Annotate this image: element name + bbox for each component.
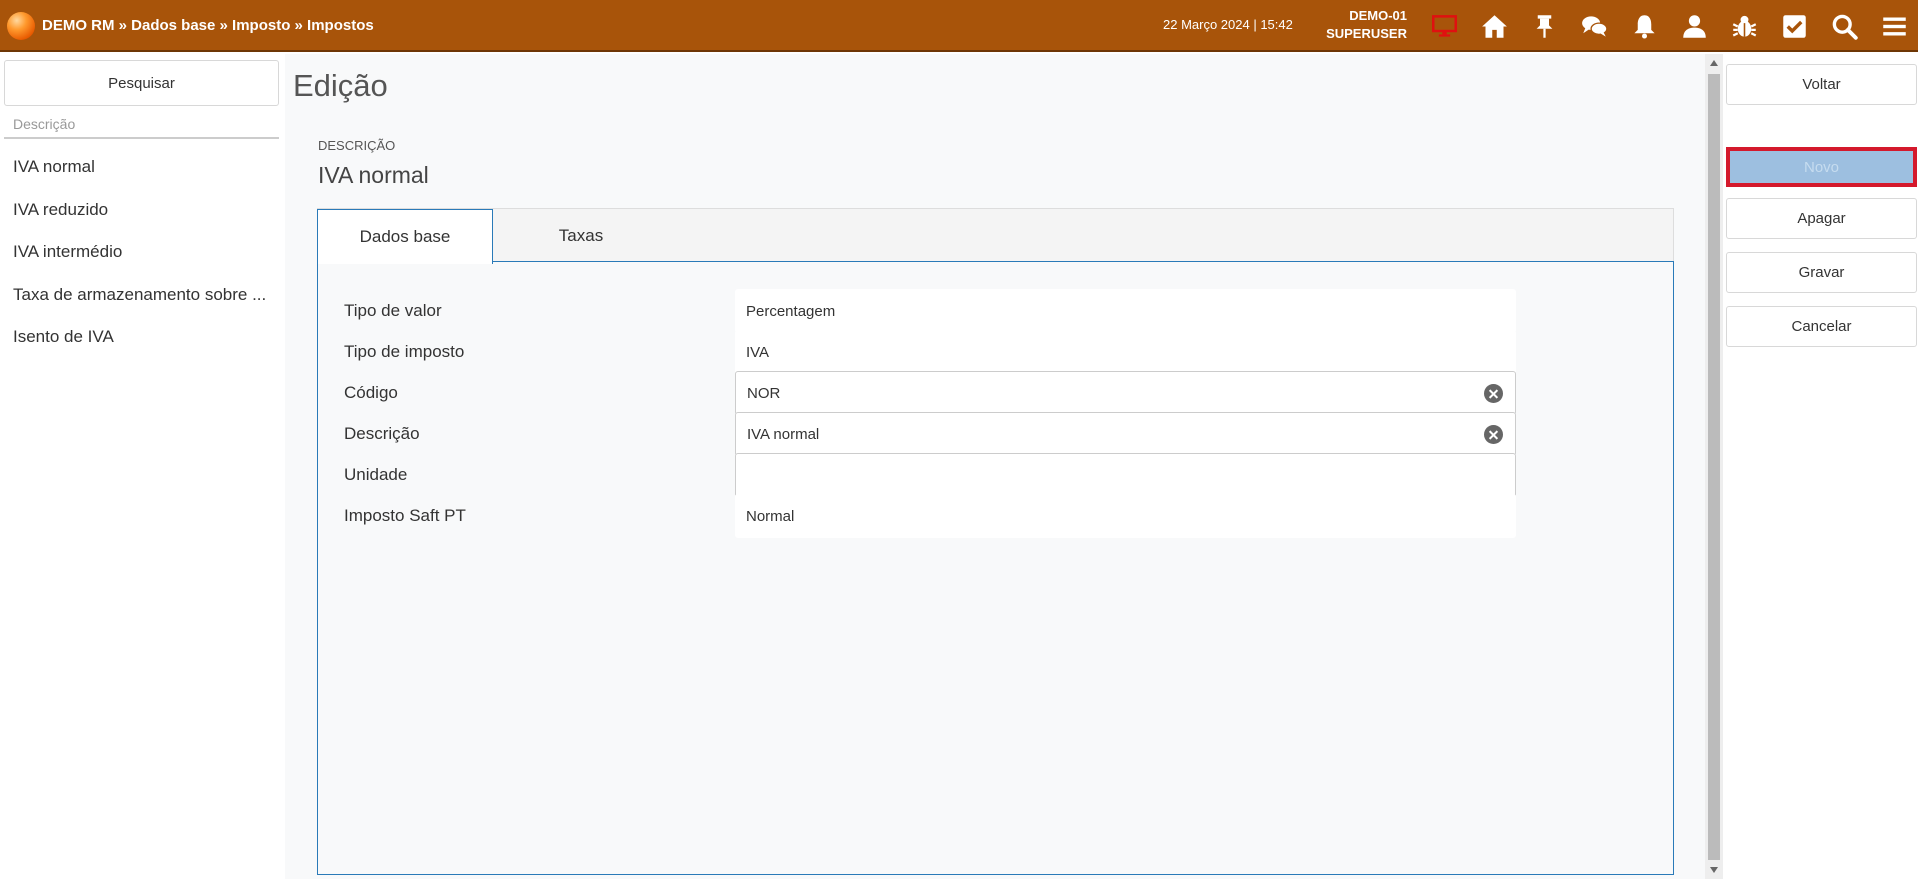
field-row-tipo-imposto: Tipo de imposto IVA (318, 330, 1675, 374)
tipo-imposto-label: Tipo de imposto (344, 342, 465, 361)
description-label: DESCRIÇÃO (318, 138, 396, 153)
tipo-valor-label: Tipo de valor (344, 301, 442, 320)
tax-list: IVA normal IVA reduzido IVA intermédio T… (4, 151, 279, 364)
breadcrumb: DEMO RM » Dados base » Imposto » Imposto… (42, 17, 374, 34)
list-item[interactable]: Taxa de armazenamento sobre ... (4, 279, 279, 322)
app-logo-icon[interactable] (7, 12, 35, 40)
codigo-text: NOR (747, 384, 781, 402)
scroll-thumb[interactable] (1708, 74, 1720, 860)
monitor-icon[interactable] (1419, 10, 1469, 42)
main-scrollbar[interactable] (1705, 54, 1723, 879)
menu-icon[interactable] (1869, 10, 1918, 42)
novo-button[interactable]: Novo (1726, 147, 1917, 187)
top-bar: DEMO RM » Dados base » Imposto » Imposto… (0, 0, 1918, 52)
descricao-text: IVA normal (747, 425, 820, 443)
clear-icon[interactable] (1484, 384, 1503, 403)
field-row-descricao: Descrição IVA normal (318, 412, 1675, 456)
field-row-codigo: Código NOR (318, 371, 1675, 415)
company-user-info: DEMO-01 SUPERUSER (1312, 7, 1407, 43)
bug-icon[interactable] (1719, 10, 1769, 42)
list-column-header[interactable]: Descrição (4, 116, 279, 139)
clear-icon[interactable] (1484, 425, 1503, 444)
left-panel: Pesquisar Descrição IVA normal IVA reduz… (0, 54, 285, 879)
main-content: Edição DESCRIÇÃO IVA normal Dados base T… (285, 54, 1705, 879)
unidade-input[interactable] (735, 453, 1516, 497)
descricao-input[interactable]: IVA normal (735, 412, 1516, 456)
tab-taxas[interactable]: Taxas (493, 209, 669, 263)
imposto-saft-label: Imposto Saft PT (344, 506, 466, 525)
tipo-imposto-text: IVA (746, 343, 770, 361)
tipo-imposto-value: IVA (735, 330, 1516, 374)
imposto-saft-text: Normal (746, 507, 795, 525)
field-row-unidade: Unidade (318, 453, 1675, 497)
page-title: Edição (293, 68, 388, 103)
voltar-button[interactable]: Voltar (1726, 64, 1917, 105)
tipo-valor-value: Percentagem (735, 289, 1516, 333)
tab-dados-base[interactable]: Dados base (317, 209, 493, 264)
list-item[interactable]: IVA normal (4, 151, 279, 194)
search-button[interactable]: Pesquisar (4, 60, 279, 106)
user-icon[interactable] (1669, 10, 1719, 42)
tipo-valor-text: Percentagem (746, 302, 836, 320)
list-item[interactable]: IVA intermédio (4, 236, 279, 279)
tab-bar: Dados base Taxas (317, 208, 1674, 264)
bell-icon[interactable] (1619, 10, 1669, 42)
checkbox-icon[interactable] (1769, 10, 1819, 42)
descricao-label: Descrição (344, 424, 420, 443)
top-icons (1419, 10, 1918, 42)
cancelar-button[interactable]: Cancelar (1726, 306, 1917, 347)
list-item[interactable]: Isento de IVA (4, 321, 279, 364)
codigo-input[interactable]: NOR (735, 371, 1516, 415)
field-row-tipo-valor: Tipo de valor Percentagem (318, 289, 1675, 333)
gravar-button[interactable]: Gravar (1726, 252, 1917, 293)
apagar-button[interactable]: Apagar (1726, 198, 1917, 239)
datetime: 22 Março 2024 | 15:42 (1163, 17, 1293, 32)
user-name: SUPERUSER (1326, 26, 1407, 41)
description-value: IVA normal (318, 162, 429, 188)
tab-panel-dados-base: Tipo de valor Percentagem Tipo de impost… (317, 261, 1674, 875)
codigo-label: Código (344, 383, 398, 402)
search-icon[interactable] (1819, 10, 1869, 42)
company-name: DEMO-01 (1349, 8, 1407, 23)
pin-icon[interactable] (1519, 10, 1569, 42)
unidade-label: Unidade (344, 465, 408, 484)
action-panel: Voltar Novo Apagar Gravar Cancelar (1723, 54, 1918, 879)
scroll-up-arrow-icon[interactable] (1710, 60, 1718, 66)
imposto-saft-value: Normal (735, 494, 1516, 538)
list-item[interactable]: IVA reduzido (4, 194, 279, 237)
scroll-down-arrow-icon[interactable] (1710, 867, 1718, 873)
field-row-imposto-saft: Imposto Saft PT Normal (318, 494, 1675, 538)
chat-icon[interactable] (1569, 10, 1619, 42)
home-icon[interactable] (1469, 10, 1519, 42)
